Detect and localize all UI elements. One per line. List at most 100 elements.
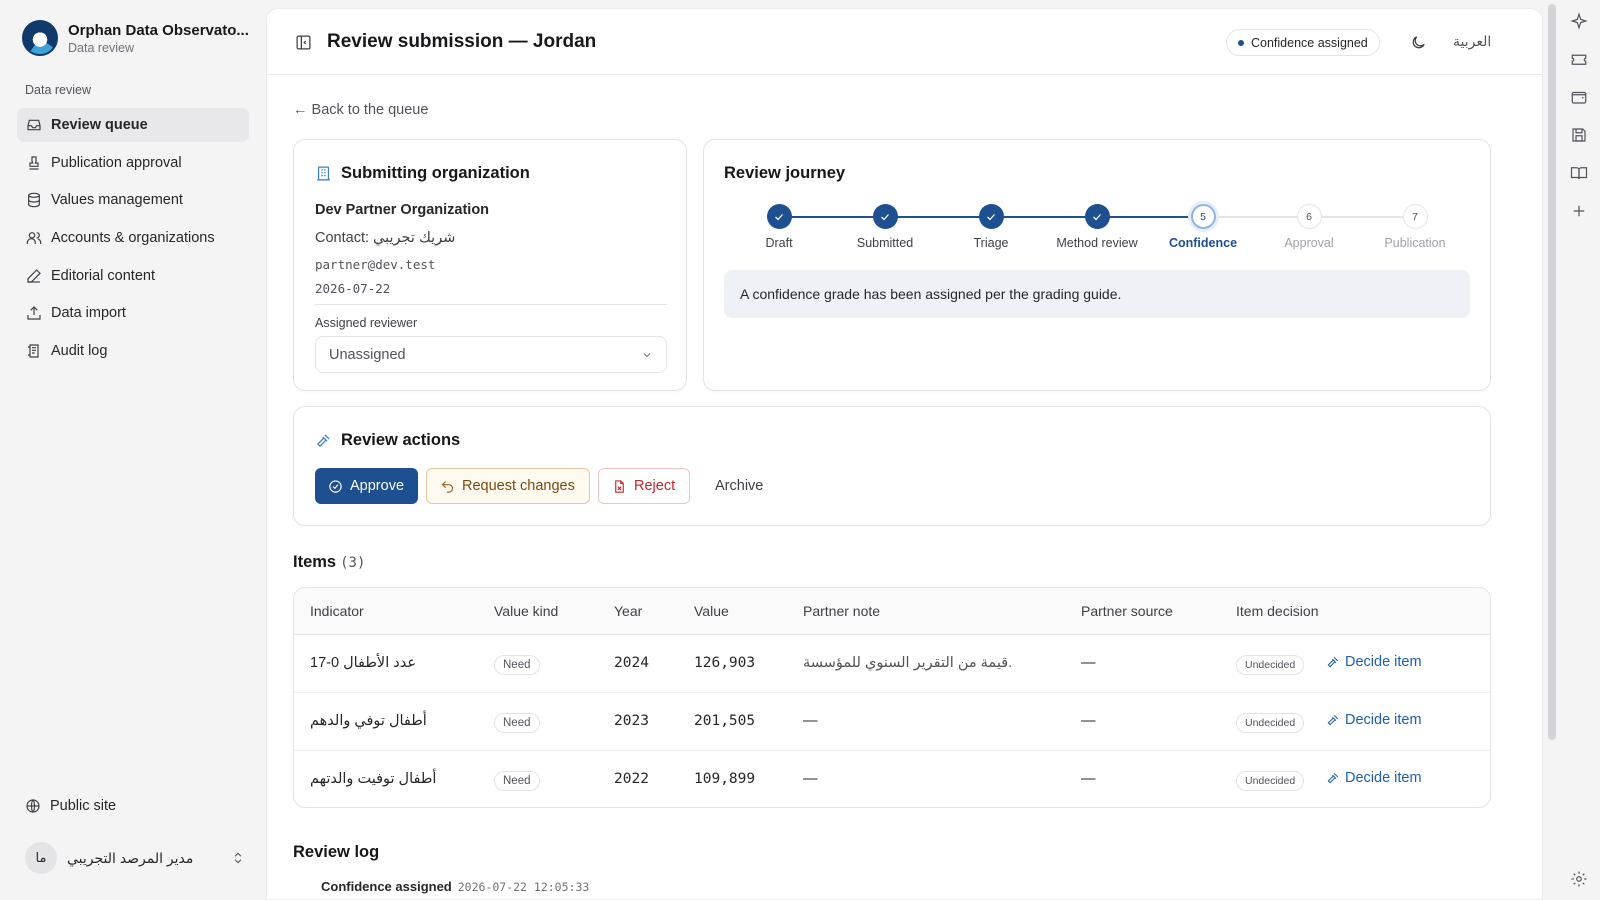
sidebar: Orphan Data Observato... Data review Dat… [0,0,264,900]
column-header-value: Value [694,603,729,619]
log-entry-title: Confidence assigned [321,879,452,894]
log-icon [28,344,39,358]
wallet-icon [1571,91,1587,104]
back-to-queue-link[interactable]: ← Back to the queue [293,102,428,118]
brand[interactable]: Orphan Data Observato... Data review [22,20,249,56]
ticket-button[interactable] [1570,50,1588,68]
step-number: 7 [1402,204,1428,229]
decision-badge: Undecided [1236,771,1305,791]
language-switch[interactable]: العربية [1453,33,1491,50]
sparkle-button[interactable] [1570,12,1588,30]
check-icon [872,204,898,229]
sidebar-item-review-queue[interactable]: Review queue [17,108,249,142]
public-site-label: Public site [50,798,117,814]
org-card-title-label: Submitting organization [341,164,530,182]
main-panel: Review submission — Jordan Confidence as… [266,8,1543,900]
gavel-icon [1327,714,1339,726]
items-heading-label: Items [293,553,337,571]
sidebar-item-label: Publication approval [51,154,182,171]
gavel-icon [316,434,330,448]
wallet-button[interactable] [1570,88,1588,106]
check-icon [1084,204,1110,229]
value-kind-badge: Need [494,771,540,791]
step-label: Draft [765,236,793,250]
sidebar-item-label: Data import [51,305,126,322]
sidebar-item-label: Values management [51,192,183,209]
column-header-item-decision: Item decision [1236,603,1319,619]
sidebar-item-label: Audit log [51,343,108,360]
reviewer-label: Assigned reviewer [315,316,418,330]
book-open-icon [1570,167,1588,180]
actions-card-title: Review actions [315,431,460,450]
column-header-partner-note: Partner note [803,603,881,619]
items-count: (3) [340,555,366,571]
archive-button[interactable]: Archive [702,468,776,504]
items-table: Indicator Value kind Year Value Partner … [293,587,1491,808]
sidebar-item-editorial-content[interactable]: Editorial content [17,259,249,293]
journey-step-approval: 6 Approval [1254,204,1364,250]
cell-partner-note: قيمة من التقرير السنوي للمؤسسة. [803,655,1013,671]
cell-value: 126,903 [694,655,756,671]
decide-item-button[interactable]: Decide item [1326,654,1422,670]
save-button[interactable] [1570,126,1588,144]
decide-item-button[interactable]: Decide item [1326,770,1422,786]
cell-year: 2022 [614,771,649,787]
actions-card-title-label: Review actions [341,431,461,449]
public-site-link[interactable]: Public site [25,798,116,814]
journey-step-submitted: Submitted [830,204,940,250]
review-log-entry: Confidence assigned 2026-07-22 12:05:33 [321,879,589,894]
decide-item-button[interactable]: Decide item [1326,712,1422,728]
brand-logo-icon [22,20,58,56]
check-circle-icon [329,479,342,493]
journey-note: A confidence grade has been assigned per… [724,270,1470,318]
brand-subtitle: Data review [68,40,134,55]
step-label: Method review [1056,236,1138,250]
status-badge: Confidence assigned [1226,29,1380,56]
reject-button[interactable]: Reject [598,468,690,504]
journey-card-title: Review journey [724,164,846,182]
review-log-heading: Review log [293,843,380,861]
request-changes-button[interactable]: Request changes [426,468,590,504]
user-menu[interactable]: ما مدير المرصد التجريبي [25,842,245,874]
sidebar-item-values-management[interactable]: Values management [17,183,249,217]
value-kind-badge: Need [494,713,540,733]
table-row: عدد الأطفال 0-17 Need 2024 126,903 قيمة … [294,635,1490,693]
add-button[interactable] [1570,202,1588,220]
review-actions-card: Review actions Approve Request changes R… [293,406,1491,526]
pen-icon [27,268,41,283]
building-icon [317,166,330,181]
approve-button[interactable]: Approve [315,468,418,504]
check-icon [766,204,792,229]
sidebar-item-audit-log[interactable]: Audit log [17,334,249,368]
scrollbar[interactable] [1548,4,1556,740]
cell-partner-source: — [1081,713,1096,729]
sidebar-item-label: Review queue [51,117,148,133]
sidebar-item-data-import[interactable]: Data import [17,296,249,330]
check-icon [978,204,1004,229]
cell-value: 109,899 [694,771,756,787]
sidebar-item-accounts[interactable]: Accounts & organizations [17,221,249,255]
reject-label: Reject [634,478,676,494]
book-button[interactable] [1570,164,1588,182]
page-title: Review submission — Jordan [327,31,597,52]
cell-indicator: أطفال توفي والدهم [310,713,427,729]
moon-icon[interactable] [1410,34,1427,51]
cell-indicator: أطفال توفيت والدتهم [310,771,437,787]
chevron-down-icon [643,352,651,357]
cell-partner-note: — [803,771,818,787]
request-changes-label: Request changes [462,478,575,494]
org-card-title: Submitting organization [315,164,530,183]
stamp-icon [29,156,39,170]
decide-item-label: Decide item [1345,654,1422,670]
cell-partner-source: — [1081,771,1096,787]
settings-button[interactable] [1570,870,1588,888]
sidebar-item-publication-approval[interactable]: Publication approval [17,146,249,180]
reviewer-select[interactable]: Unassigned [315,336,667,373]
journey-step-triage: Triage [936,204,1046,250]
sidebar-toggle-icon[interactable] [295,34,312,51]
cell-year: 2024 [614,655,649,671]
gear-icon [1571,871,1587,887]
journey-step-method-review: Method review [1042,204,1152,250]
approve-label: Approve [350,478,405,494]
column-header-indicator: Indicator [310,603,364,619]
